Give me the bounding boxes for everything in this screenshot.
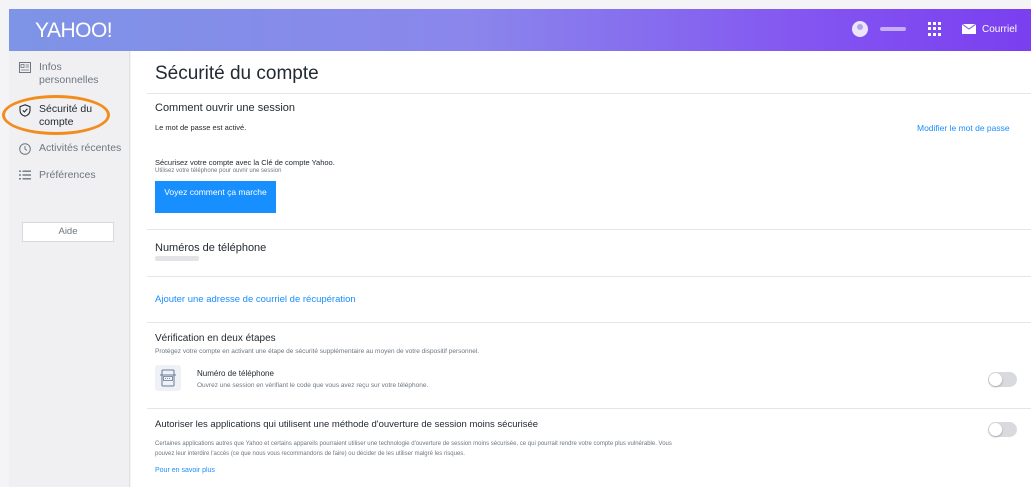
two-step-description: Protégez votre compte en activant une ét… (155, 348, 480, 355)
sidebar-item-label: Infos personnelles (39, 61, 99, 86)
two-step-title: Vérification en deux étapes (155, 333, 276, 344)
divider (147, 276, 1031, 277)
yahoo-logo[interactable]: YAHOO! (35, 19, 113, 43)
change-password-link[interactable]: Modifier le mot de passe (917, 123, 1010, 133)
less-secure-description-line1: Certaines applications autres que Yahoo … (155, 441, 672, 447)
divider (147, 229, 1031, 230)
sidebar-item-label: Sécurité du compte (39, 103, 93, 128)
sidebar: Infos personnelles Sécurité du compte Ac… (9, 51, 130, 487)
avatar[interactable] (851, 21, 868, 37)
sidebar-item-recent-activity[interactable]: Activités récentes (9, 142, 130, 155)
apps-grid-icon[interactable] (927, 22, 942, 36)
account-key-subtext: Utilisez votre téléphone pour ouvrir une… (155, 168, 282, 174)
less-secure-apps-title: Autoriser les applications qui utilisent… (155, 419, 539, 430)
id-card-icon (19, 62, 31, 74)
header-actions: Courriel (851, 21, 1017, 37)
mail-icon[interactable] (961, 24, 976, 34)
sidebar-item-label: Activités récentes (39, 142, 122, 154)
list-icon (19, 170, 31, 182)
account-key-button[interactable]: Voyez comment ça marche (155, 181, 276, 213)
clock-icon (19, 143, 31, 155)
add-recovery-email-link[interactable]: Ajouter une adresse de courriel de récup… (155, 294, 356, 305)
top-header: YAHOO! Courriel (9, 9, 1031, 51)
less-secure-apps-toggle[interactable] (988, 422, 1017, 437)
shield-icon (19, 104, 31, 117)
sidebar-item-label: Préférences (39, 169, 96, 181)
less-secure-description-line2: pouvez leur interdire l'accès (ce que no… (155, 451, 465, 457)
phone-number-value (155, 256, 199, 261)
main-content: Sécurité du compte Comment ouvrir une se… (131, 51, 1031, 487)
help-button[interactable]: Aide (22, 222, 114, 242)
page-title: Sécurité du compte (155, 63, 319, 84)
two-step-toggle[interactable] (988, 372, 1017, 387)
password-status: Le mot de passe est activé. (155, 123, 247, 132)
sidebar-item-security[interactable]: Sécurité du compte (9, 103, 130, 129)
phone-verification-icon (155, 365, 181, 391)
phone-numbers-title: Numéros de téléphone (155, 242, 267, 254)
two-step-phone-description: Ouvrez une session en vérifiant le code … (197, 382, 429, 389)
sidebar-item-personal-info[interactable]: Infos personnelles (9, 61, 130, 87)
account-key-text: Sécurisez votre compte avec la Clé de co… (155, 158, 335, 167)
app-window: YAHOO! Courriel Infos personnelles Sécur… (0, 0, 1031, 487)
signin-section-title: Comment ouvrir une session (155, 102, 296, 114)
divider (147, 408, 1031, 409)
divider (147, 322, 1031, 323)
learn-more-link[interactable]: Pour en savoir plus (155, 467, 215, 474)
sidebar-item-preferences[interactable]: Préférences (9, 169, 130, 182)
username[interactable] (879, 27, 906, 31)
divider (147, 93, 1031, 94)
mail-link[interactable]: Courriel (982, 24, 1017, 35)
two-step-phone-title: Numéro de téléphone (197, 369, 274, 378)
